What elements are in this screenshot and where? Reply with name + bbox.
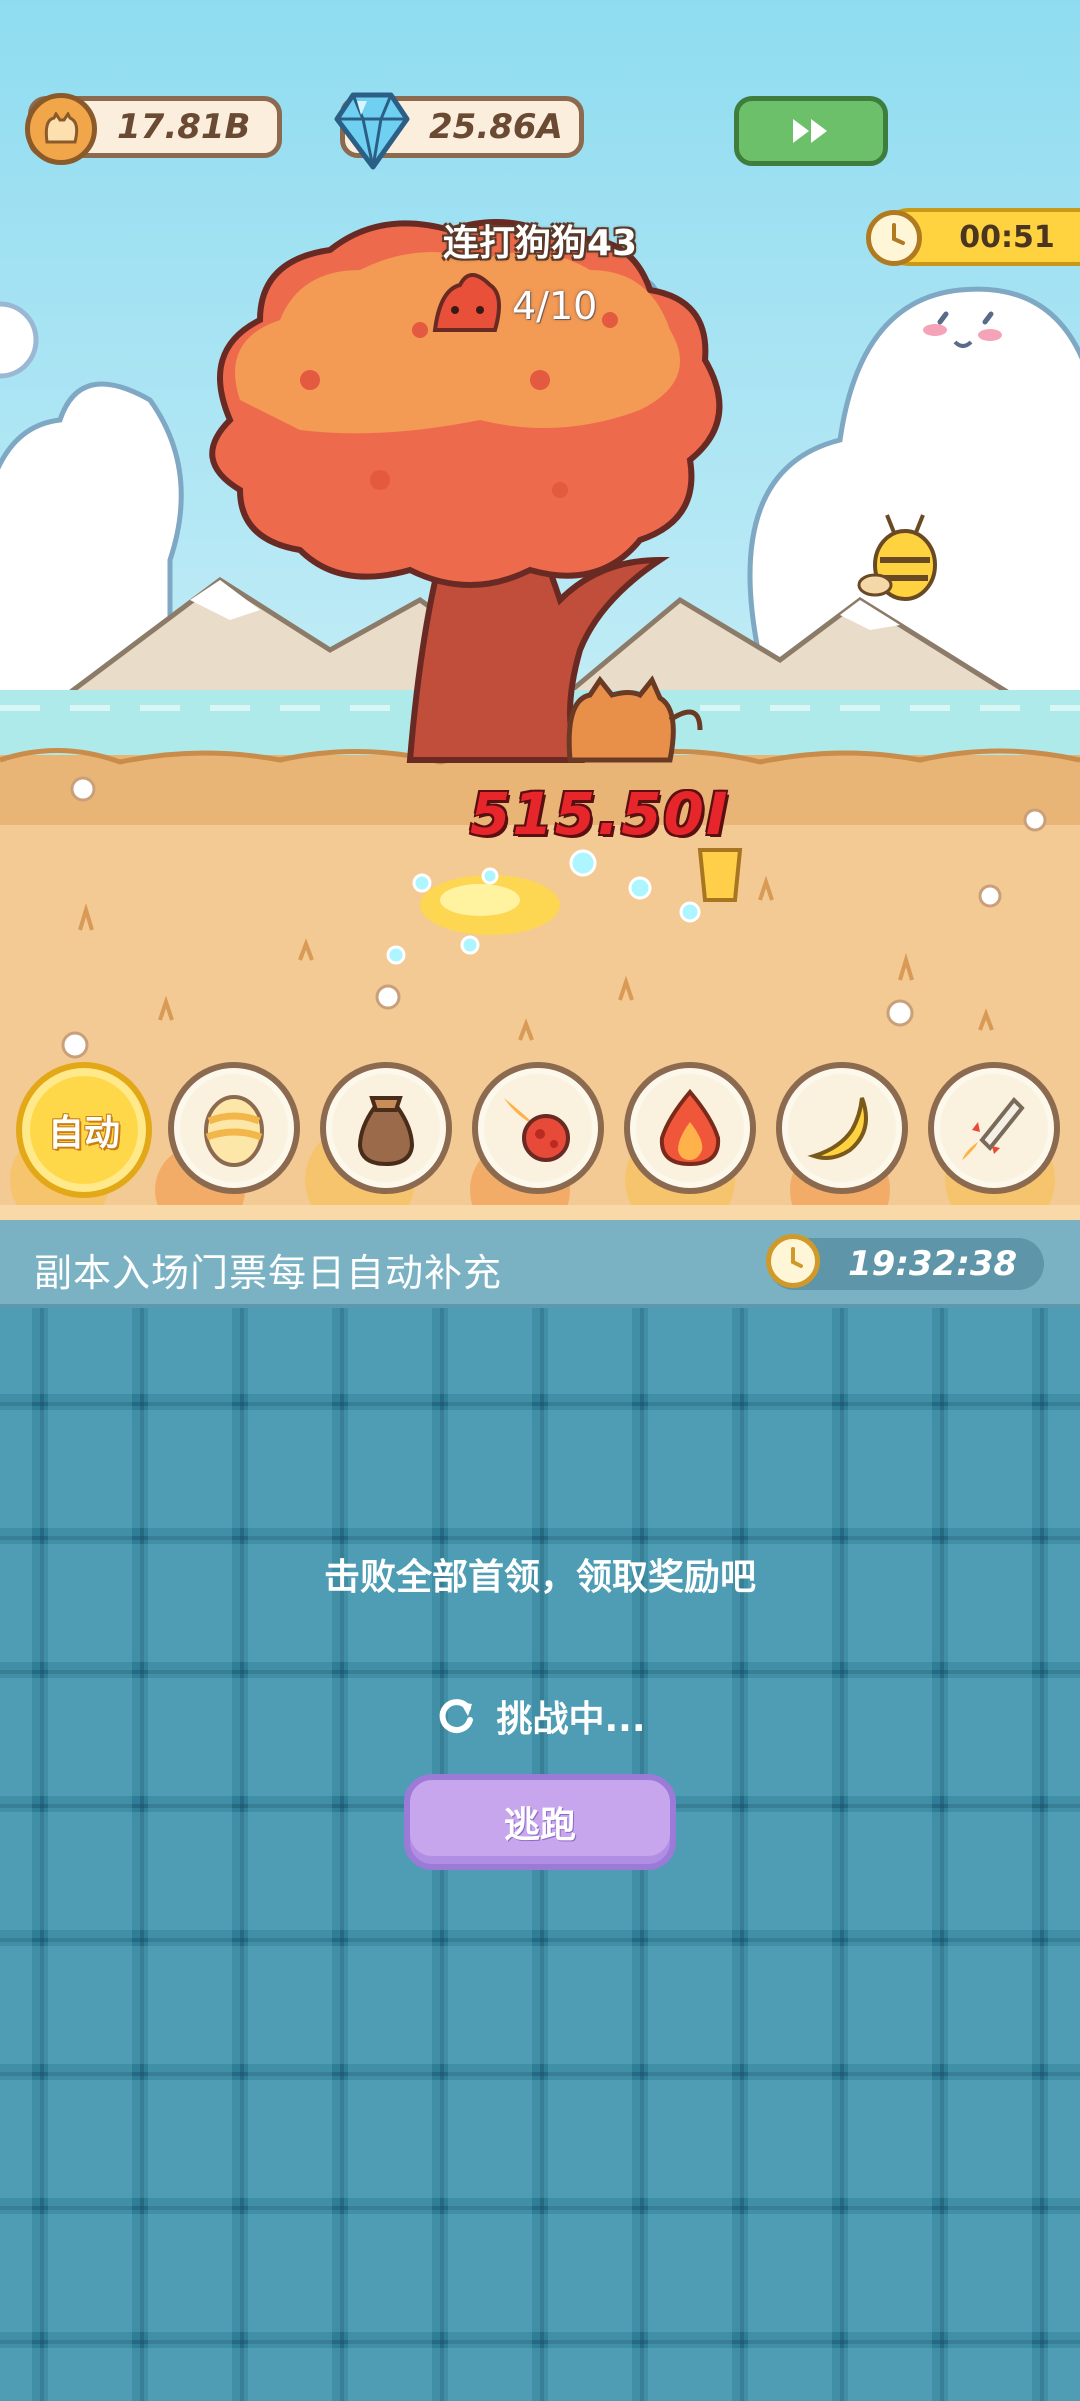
coin-amount: 17.81B [117, 107, 251, 147]
challenge-status-text: 挑战中... [496, 1699, 646, 1740]
coin-counter: 17.81B [25, 93, 282, 165]
battle-timer-value: 00:51 [959, 219, 1055, 255]
battle-scene: 17.81B 25.86A 连打狗狗43 4/10 00:51 515.50I … [0, 0, 1080, 1220]
meteor-icon [504, 1098, 570, 1162]
fast-forward-icon [793, 119, 827, 143]
auto-button[interactable]: 自动 [16, 1062, 152, 1198]
sack-icon [357, 1096, 415, 1167]
refill-countdown-value: 19:32:38 [848, 1244, 1018, 1284]
skill-meteor-button[interactable] [472, 1062, 604, 1194]
coin-icon [25, 93, 97, 165]
boss-progress: 4/10 [512, 284, 598, 328]
gem-amount: 25.86A [429, 107, 563, 147]
egg-icon [204, 1095, 264, 1167]
skill-fire-button[interactable] [624, 1062, 756, 1194]
gem-counter: 25.86A [334, 92, 584, 170]
panel-message: 击败全部首领，领取奖励吧 [323, 1557, 756, 1598]
skill-egg-button[interactable] [168, 1062, 300, 1194]
skill-sack-button[interactable] [320, 1062, 452, 1194]
refill-countdown: 19:32:38 [766, 1234, 1044, 1290]
clock-icon [866, 210, 922, 266]
challenge-panel: 击败全部首领，领取奖励吧 挑战中... 逃跑 [0, 1308, 1080, 2401]
gem-icon [334, 92, 410, 170]
flee-button-label: 逃跑 [503, 1805, 576, 1846]
scene-background [0, 219, 1080, 1220]
notice-bar: 副本入场门票每日自动补充 19:32:38 [0, 1220, 1080, 1308]
flee-button[interactable]: 逃跑 [404, 1774, 676, 1870]
damage-popup: 515.50I [470, 780, 730, 848]
banana-icon [807, 1097, 868, 1160]
clock-icon [766, 1234, 820, 1288]
refresh-icon [440, 1699, 474, 1734]
auto-button-label: 自动 [47, 1113, 120, 1154]
skill-rocket-button[interactable] [928, 1062, 1060, 1194]
rocket-icon [962, 1097, 1025, 1160]
notice-text: 副本入场门票每日自动补充 [34, 1251, 503, 1295]
skill-banana-button[interactable] [776, 1062, 908, 1194]
fast-forward-button[interactable] [734, 96, 888, 166]
challenge-status: 挑战中... [0, 1690, 1080, 1742]
fire-icon [659, 1088, 721, 1167]
